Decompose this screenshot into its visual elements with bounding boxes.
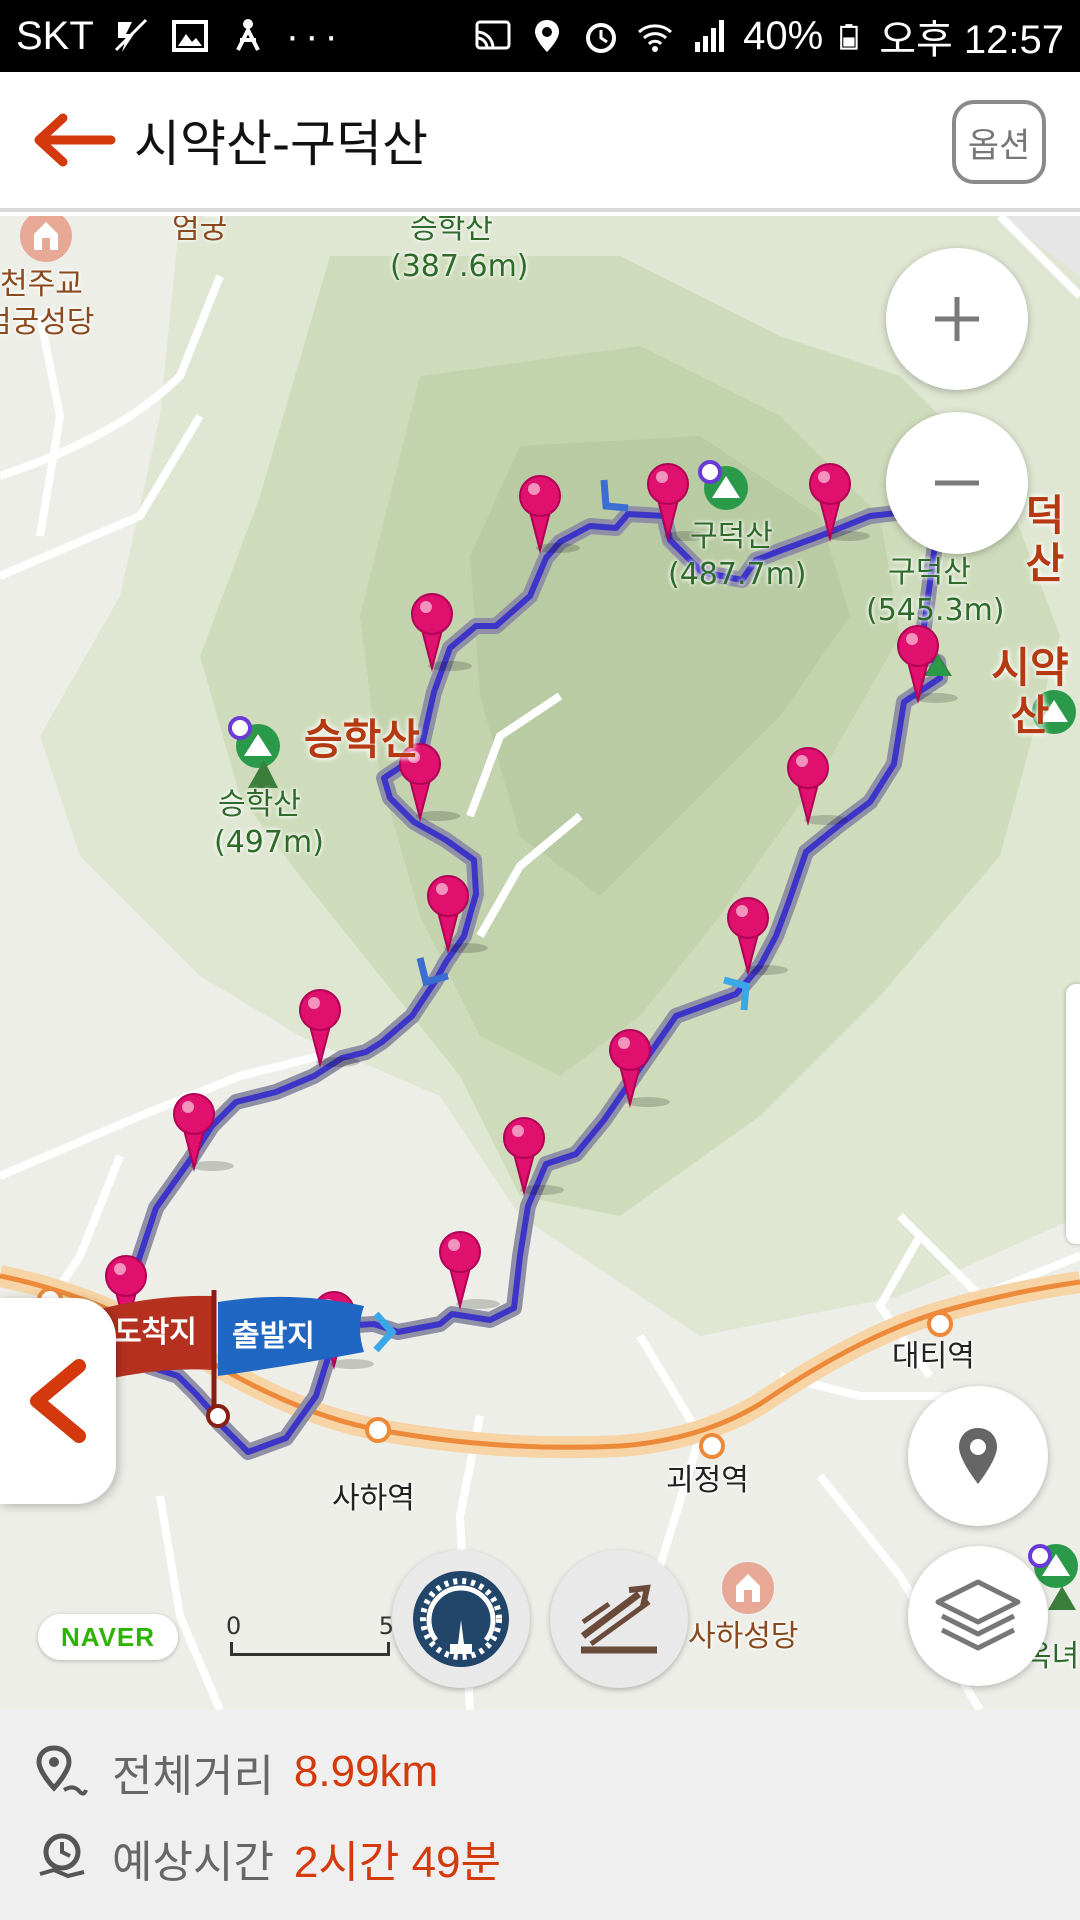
scale-end-label: 5 <box>378 1612 394 1640</box>
more-icon: ··· <box>285 13 344 58</box>
app-header: 시약산-구덕산 옵션 <box>0 72 1080 212</box>
map-label-gudeoksan-2-alt: (545.3m) <box>866 593 1005 628</box>
scale-bar <box>230 1642 390 1656</box>
gallery-icon <box>171 20 208 52</box>
option-button[interactable]: 옵션 <box>952 100 1046 184</box>
map-label-daeti-station: 대티역 <box>892 1339 975 1374</box>
signal-icon <box>695 20 725 52</box>
side-panel-toggle[interactable] <box>0 1298 116 1504</box>
alarm-icon <box>586 23 617 53</box>
elevation-icon <box>580 1584 657 1654</box>
map-label-gudeoksan-alt: (487.7m) <box>668 557 807 592</box>
map-label-seunghaksan-big: 승학산 <box>304 715 420 764</box>
time-value: 2시간 49분 <box>293 1838 501 1887</box>
map-label-siyaksan: 시약산 <box>991 643 1069 741</box>
layers-icon <box>935 1579 1021 1651</box>
map-label-seunghaksan-peak-alt: (497m) <box>214 825 324 860</box>
map-label-saha-station: 사하역 <box>332 1481 415 1516</box>
time-row: 예상시간 2시간 49분 <box>34 1826 501 1890</box>
speed-gauge-button[interactable] <box>392 1550 530 1688</box>
route-summary: 전체거리 8.99km 예상시간 2시간 49분 <box>0 1710 1080 1920</box>
departure-flag-label: 출발지 <box>232 1319 315 1354</box>
time-label: 예상시간 <box>112 1837 274 1888</box>
flash-off-icon <box>114 18 147 52</box>
poi-icon <box>698 460 722 484</box>
zoom-in-button[interactable] <box>886 248 1028 390</box>
estimated-time-icon <box>39 1833 85 1879</box>
route-distance-icon <box>36 1745 88 1796</box>
distance-value: 8.99km <box>293 1747 439 1796</box>
church-icon <box>722 1562 774 1614</box>
right-edge-handle[interactable] <box>1066 984 1080 1244</box>
map-label-gudeoksan-2: 구덕산 <box>888 555 971 590</box>
location-icon <box>535 20 560 52</box>
back-button[interactable] <box>14 80 134 200</box>
naver-logo: NAVER <box>38 1614 178 1660</box>
my-location-button[interactable] <box>908 1386 1048 1526</box>
map-label-saha-church: 사하성당 <box>688 1619 799 1654</box>
battery-percent: 40% <box>743 13 824 58</box>
poi-icon <box>1028 1544 1052 1568</box>
status-bar: SKT ··· 40% 오후 12:57 <box>0 0 1080 72</box>
carrier-label: SKT <box>16 13 94 58</box>
page-title: 시약산-구덕산 <box>134 115 429 173</box>
wifi-icon <box>638 24 673 52</box>
route-map[interactable]: 도착지 출발지 천주교 엄궁성당 엄궁 승학산 (387.6m) 구덕산 (48… <box>0 216 1080 1710</box>
poi-icon <box>228 716 252 740</box>
map-label-cathedral-1: 천주교 <box>0 267 83 302</box>
map-label-cathedral-2: 엄궁성당 <box>0 305 95 340</box>
back-arrow-icon <box>34 113 116 167</box>
map-label-seunghaksan-small: 승학산 <box>410 216 493 246</box>
elevation-profile-button[interactable] <box>550 1550 688 1688</box>
chevron-left-icon <box>30 1359 86 1443</box>
scale-start-label: 0 <box>226 1612 242 1640</box>
map-label-seunghaksan-peak: 승학산 <box>218 787 301 822</box>
layers-button[interactable] <box>908 1546 1048 1686</box>
battery-icon <box>840 24 858 50</box>
arrival-flag-label: 도착지 <box>114 1315 197 1350</box>
location-pin-icon <box>959 1428 997 1484</box>
map-label-seunghaksan-small-alt: (387.6m) <box>390 249 529 284</box>
map-label-eomgung: 엄궁 <box>172 216 228 246</box>
plus-icon <box>935 297 979 341</box>
map-label-goejeong-station: 괴정역 <box>666 1463 749 1498</box>
accessibility-icon <box>236 19 260 51</box>
cast-icon <box>475 20 511 50</box>
speedometer-icon <box>413 1571 509 1667</box>
clock: 오후 12:57 <box>879 18 1064 62</box>
map-scale: 0 5 <box>226 1612 394 1656</box>
distance-label: 전체거리 <box>112 1751 274 1802</box>
zoom-out-button[interactable] <box>886 412 1028 554</box>
distance-row: 전체거리 8.99km <box>34 1740 438 1804</box>
minus-icon <box>935 480 979 486</box>
map-label-gudeoksan: 구덕산 <box>690 519 773 554</box>
